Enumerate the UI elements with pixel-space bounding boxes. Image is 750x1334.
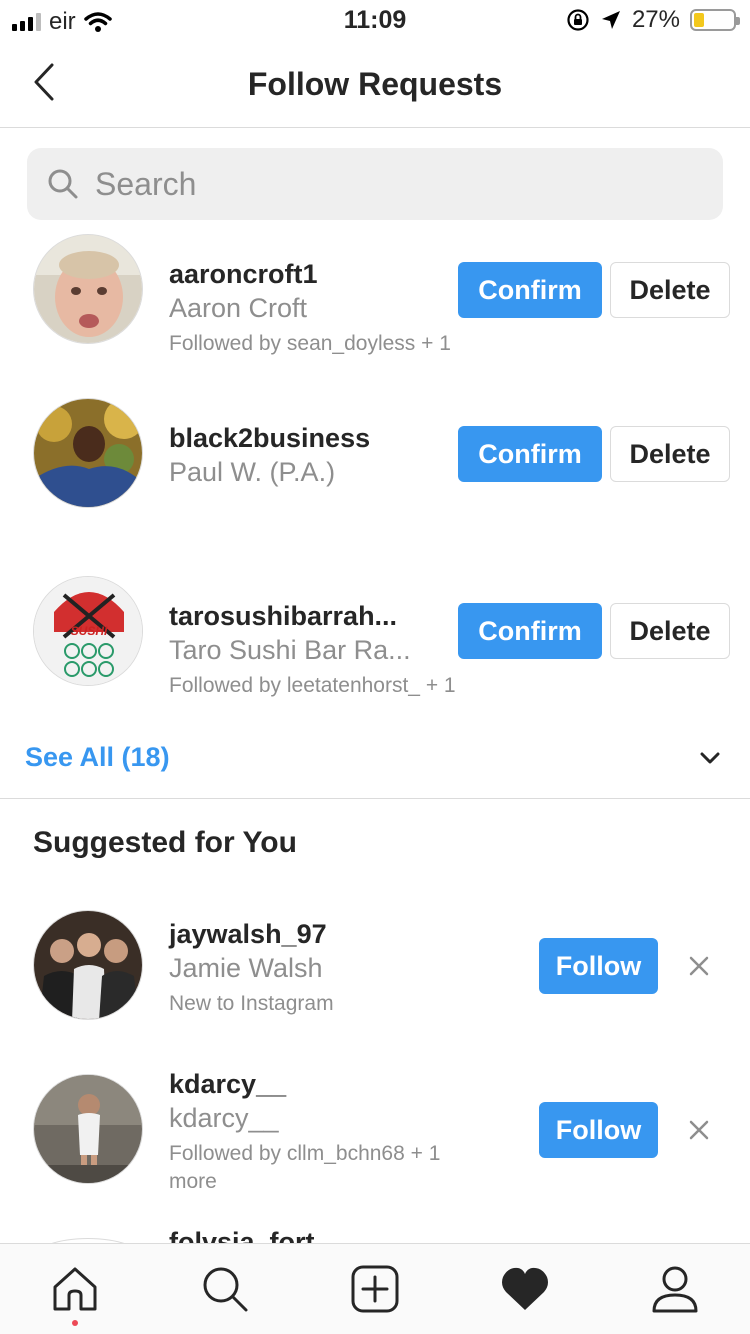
suggested-info: jaywalsh_97 Jamie Walsh New to Instagram (169, 918, 334, 1018)
avatar[interactable] (33, 1074, 143, 1184)
divider (0, 798, 750, 799)
dismiss-button[interactable] (680, 947, 718, 985)
location-arrow-icon (601, 11, 620, 29)
tab-home[interactable] (0, 1244, 150, 1334)
username[interactable]: black2business (169, 422, 370, 454)
request-info: aaroncroft1 Aaron Croft Followed by sean… (169, 258, 451, 358)
mutual-followers: Followed by cllm_bchn68 + 1 more (169, 1142, 441, 1193)
delete-button[interactable]: Delete (610, 603, 730, 659)
search-input[interactable] (95, 165, 655, 203)
profile-icon (652, 1266, 698, 1313)
search-bar[interactable] (27, 148, 723, 220)
suggested-info: kdarcy__ kdarcy__ Followed by cllm_bchn6… (169, 1068, 489, 1196)
status-right: 27% (566, 6, 740, 34)
confirm-button[interactable]: Confirm (458, 426, 602, 482)
activity-heart-icon (502, 1267, 548, 1310)
full-name: Aaron Croft (169, 293, 308, 323)
header: Follow Requests (0, 40, 750, 128)
request-info: tarosushibarrah... Taro Sushi Bar Ra... … (169, 600, 456, 700)
username[interactable]: aaroncroft1 (169, 258, 451, 290)
delete-button[interactable]: Delete (610, 426, 730, 482)
confirm-button[interactable]: Confirm (458, 262, 602, 318)
home-icon (53, 1267, 97, 1311)
page-title: Follow Requests (247, 66, 503, 102)
dismiss-button[interactable] (680, 1111, 718, 1149)
mutual-followers: Followed by sean_doyless + 1 (169, 332, 451, 355)
see-all-link[interactable]: See All (18) (25, 742, 170, 773)
suggested-title: Suggested for You (33, 826, 297, 859)
battery-percent: 27% (631, 6, 680, 33)
follow-button[interactable]: Follow (539, 938, 658, 994)
full-name: kdarcy__ (169, 1103, 279, 1133)
close-icon (689, 1120, 709, 1140)
username[interactable]: kdarcy__ (169, 1068, 489, 1100)
close-icon (689, 956, 709, 976)
username[interactable]: jaywalsh_97 (169, 918, 334, 950)
search-icon (48, 169, 78, 199)
tab-profile[interactable] (600, 1244, 750, 1334)
full-name: Paul W. (P.A.) (169, 457, 336, 487)
tab-search[interactable] (150, 1244, 300, 1334)
tab-bar (0, 1243, 750, 1334)
confirm-button[interactable]: Confirm (458, 603, 602, 659)
status-bar: eir 11:09 27% (0, 0, 750, 40)
username[interactable]: tarosushibarrah... (169, 600, 456, 632)
tab-add-post[interactable] (300, 1244, 450, 1334)
mutual-followers: Followed by leetatenhorst_ + 1 (169, 674, 456, 697)
tab-activity[interactable] (450, 1244, 600, 1334)
svg-text:SUSHI: SUSHI (71, 624, 108, 638)
rotation-lock-icon (567, 9, 589, 31)
avatar[interactable] (33, 910, 143, 1020)
battery-icon (690, 9, 740, 31)
avatar[interactable] (33, 234, 143, 344)
delete-button[interactable]: Delete (610, 262, 730, 318)
follow-button[interactable]: Follow (539, 1102, 658, 1158)
full-name: Jamie Walsh (169, 953, 323, 983)
request-info: black2business Paul W. (P.A.) (169, 422, 370, 490)
chevron-down-icon[interactable] (694, 746, 726, 770)
avatar[interactable] (33, 398, 143, 508)
avatar[interactable]: SUSHI (33, 576, 143, 686)
search-icon (203, 1267, 248, 1312)
suggestion-reason: New to Instagram (169, 992, 334, 1015)
full-name: Taro Sushi Bar Ra... (169, 635, 411, 665)
notification-dot (72, 1320, 78, 1326)
add-post-icon (351, 1265, 399, 1313)
